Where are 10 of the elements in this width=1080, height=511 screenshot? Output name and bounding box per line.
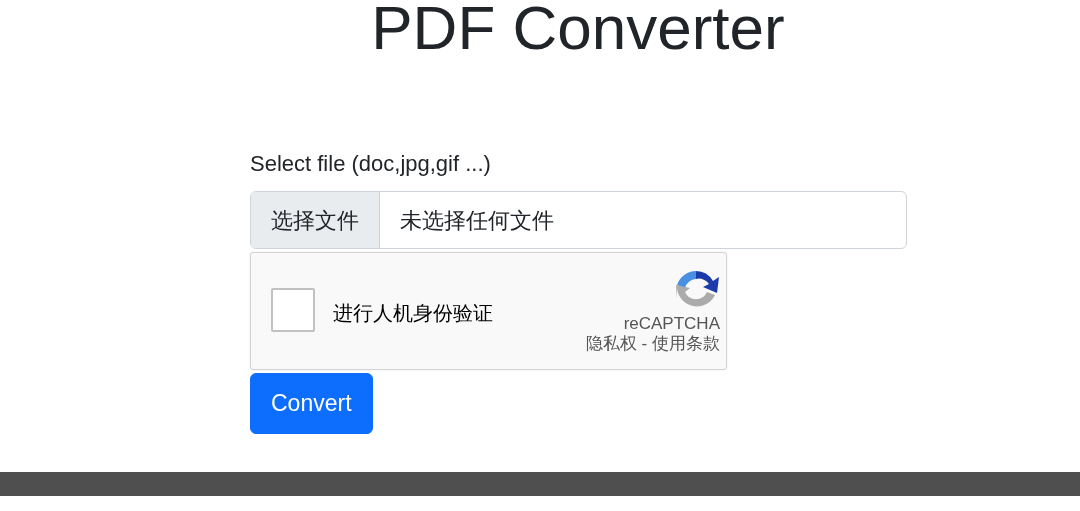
field-label: Select file (doc,jpg,gif ...) xyxy=(250,151,492,178)
convert-button[interactable]: Convert xyxy=(250,373,373,434)
privacy-link[interactable]: 隐私权 xyxy=(585,334,637,354)
terms-link[interactable]: 使用条款 xyxy=(652,334,720,354)
file-input[interactable]: 选择文件 未选择任何文件 xyxy=(250,191,907,250)
checkbox[interactable] xyxy=(271,288,315,333)
checkbox-label: 进行人机身份验证 xyxy=(333,301,493,327)
captcha-brand: reCAPTCHA xyxy=(623,315,720,335)
page-title: PDF Converter xyxy=(370,0,786,59)
separator: - xyxy=(641,334,648,354)
